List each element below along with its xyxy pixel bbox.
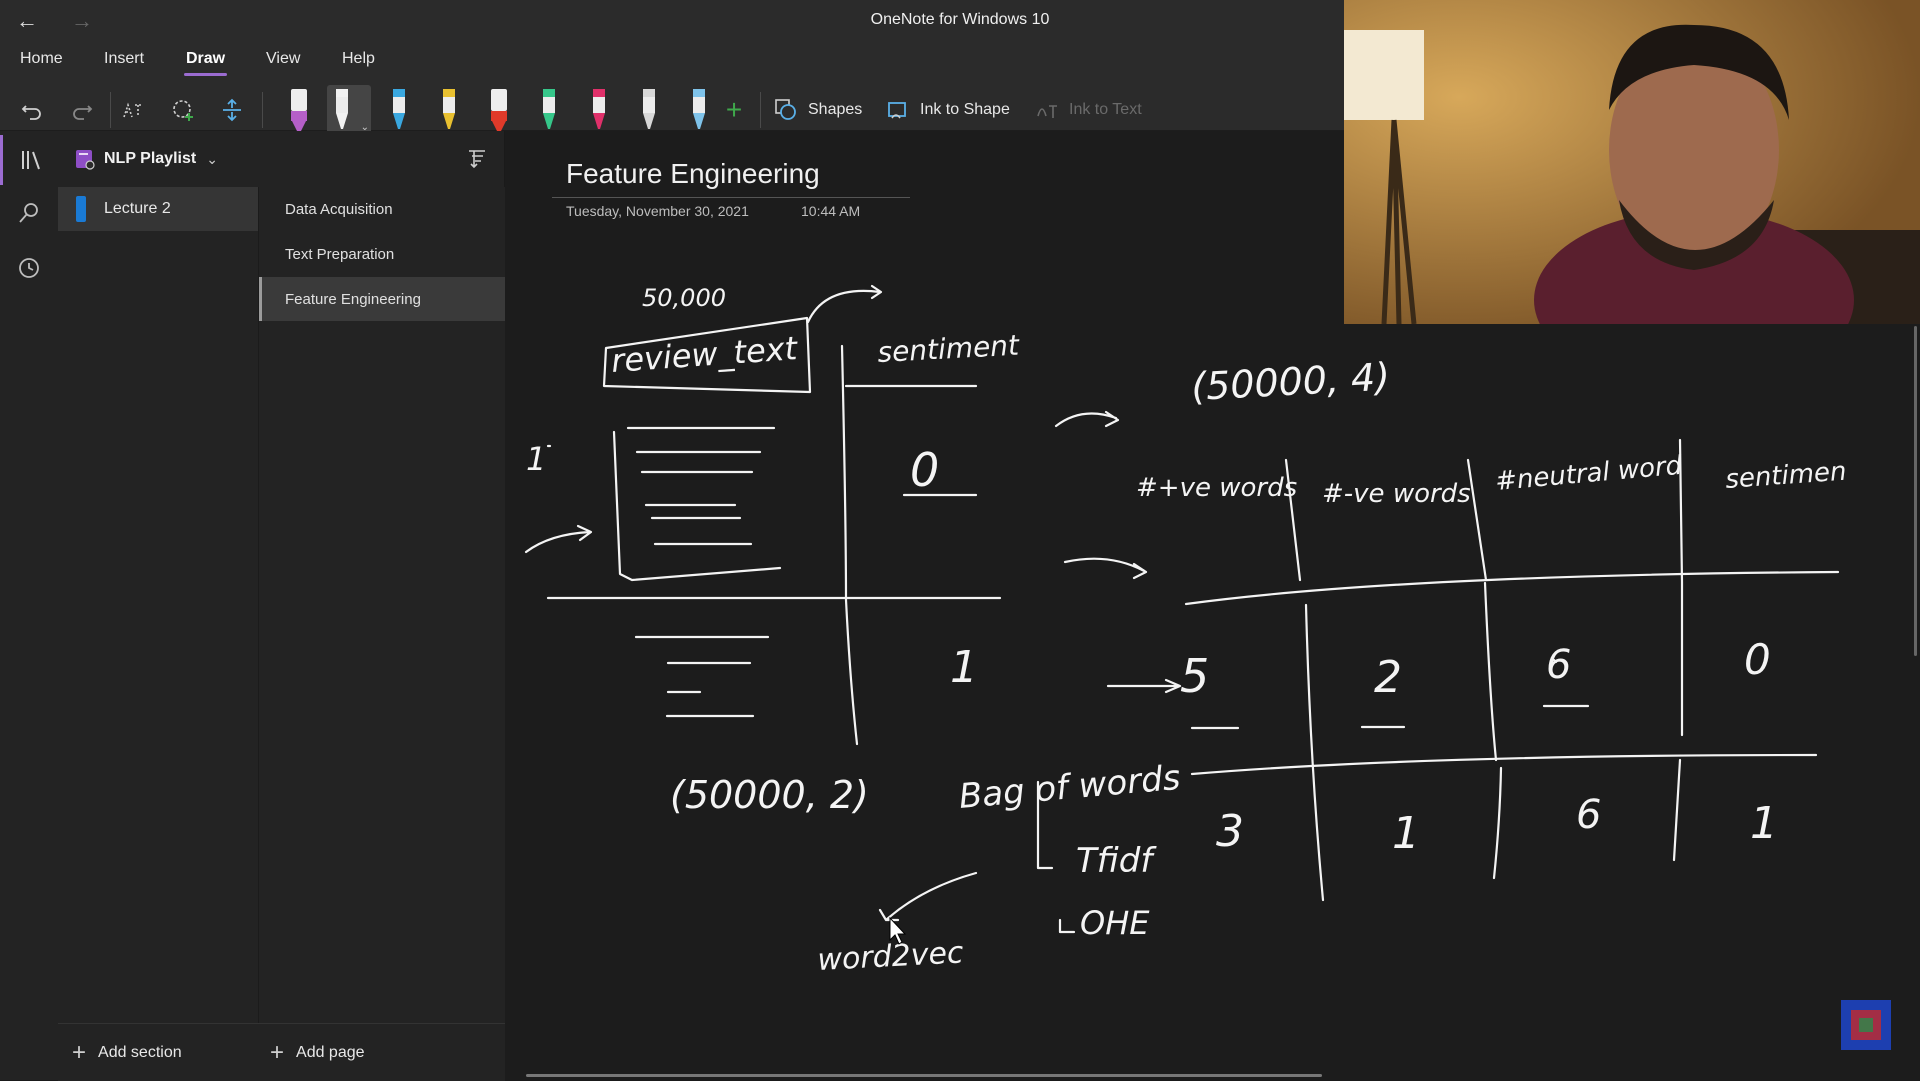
ink-feat-header-1: #+ve words	[1136, 473, 1297, 503]
ink-feat-r2-c3: 6	[1576, 792, 1601, 838]
horizontal-scrollbar[interactable]	[526, 1074, 1322, 1077]
ink-count-label: 50,000	[642, 284, 726, 312]
ink-col-sentiment: sentiment	[877, 329, 1021, 369]
ink-arrow-word2vec	[878, 871, 978, 922]
ink-ohe: OHE	[1080, 904, 1150, 942]
ink-divider-vertical	[840, 344, 859, 746]
ink-arrow-left	[524, 524, 593, 554]
ink-row1-sentiment: 0	[910, 443, 939, 497]
corner-logo	[1841, 1000, 1891, 1050]
ink-arrow-right	[1106, 678, 1182, 694]
ink-row2-sentiment: 1	[950, 642, 978, 693]
ink-arrow-mid	[1054, 410, 1120, 428]
ink-feat-r1-c4: 0	[1744, 635, 1771, 684]
ink-feat-header-2: #-ve words	[1322, 479, 1471, 509]
ink-feat-r2-c4: 1	[1750, 798, 1778, 849]
ink-table-line-2	[1190, 753, 1818, 776]
ink-feat-header-3: #neutral word	[1494, 451, 1684, 497]
ink-feat-r2-c1: 3	[1216, 806, 1244, 857]
ink-feat-r2-c2: 1	[1392, 808, 1420, 859]
ink-row-index: 1	[526, 440, 546, 478]
ink-tfidf: Tfidf	[1076, 841, 1157, 881]
ink-shape-original: (50000, 2)	[670, 773, 869, 817]
ink-feat-r1-c2: 2	[1374, 652, 1402, 703]
webcam-video-overlay	[1344, 0, 1920, 324]
ink-bag-of-words: Bag of words	[957, 758, 1182, 817]
ink-feat-r1-c1: 5	[1180, 649, 1209, 703]
ink-feat-header-4: sentimen	[1724, 457, 1847, 495]
ink-feat-r1-c3: 6	[1546, 642, 1571, 688]
vertical-scrollbar[interactable]	[1914, 326, 1917, 656]
ink-word2vec: word2vec	[817, 935, 965, 978]
ink-col-review: review_text	[610, 329, 800, 380]
ink-shape-new: (50000, 4)	[1190, 355, 1391, 409]
ink-table-line-1	[1184, 570, 1840, 606]
ink-arrow-top	[806, 284, 883, 324]
